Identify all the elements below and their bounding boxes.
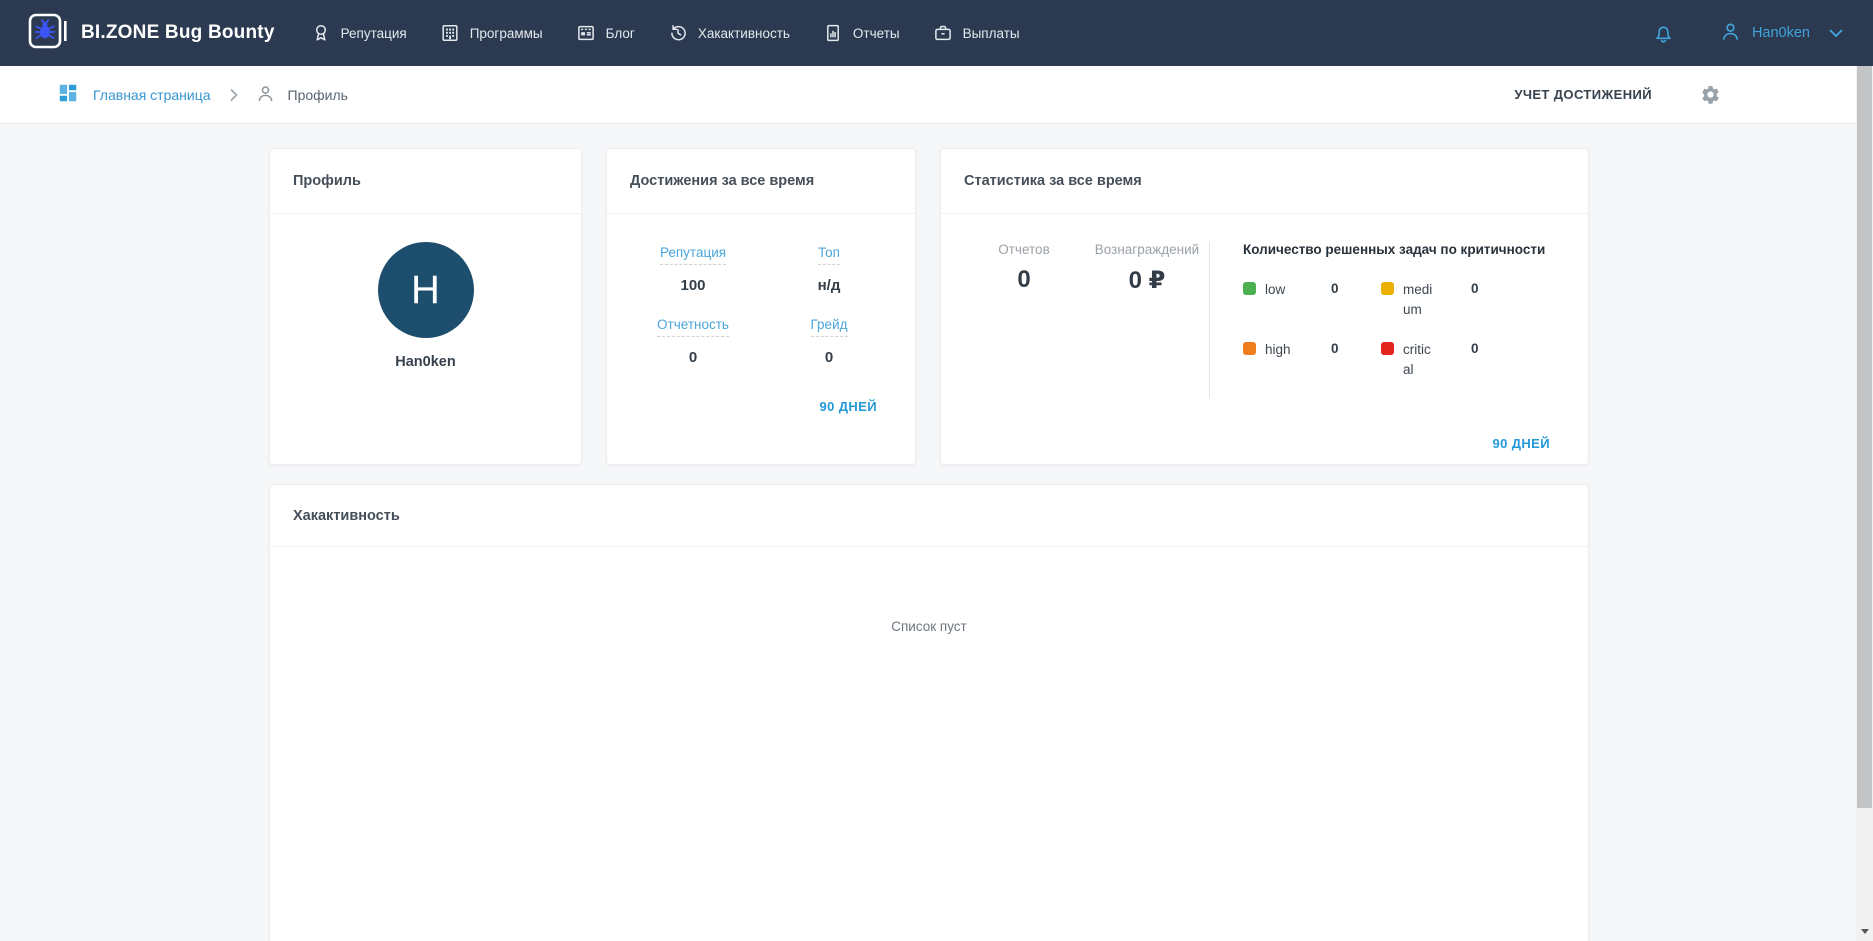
total-reports: Отчетов 0 (963, 242, 1085, 398)
metric-label[interactable]: Топ (817, 245, 840, 265)
hacktivity-card-title: Хакактивность (270, 485, 1588, 547)
nav-item-label: Блог (605, 25, 635, 41)
history-icon (668, 23, 688, 43)
total-label: Отчетов (998, 242, 1050, 257)
nav-item-payouts[interactable]: Выплаты (933, 23, 1020, 43)
severity-label: low (1265, 282, 1286, 297)
achievements-90-days-link[interactable]: 90 ДНЕЙ (819, 399, 877, 414)
nav-item-label: Выплаты (962, 25, 1020, 41)
metric-value: н/д (817, 277, 841, 294)
brand-name: BI.ZONE Bug Bounty (81, 22, 275, 43)
metric-label[interactable]: Репутация (659, 245, 727, 265)
breadcrumb-home-label: Главная страница (93, 86, 211, 103)
metric-value: 0 (688, 349, 698, 366)
avatar: H (377, 242, 474, 338)
severity-section: Количество решенных задач по критичности… (1210, 242, 1588, 398)
breadcrumb-bar: Главная страница Профиль УЧЕТ ДОСТИЖЕНИЙ (0, 66, 1856, 124)
settings-gear-icon[interactable] (1700, 84, 1721, 105)
header-actions: УЧЕТ ДОСТИЖЕНИЙ (1514, 84, 1721, 105)
severity-value: 0 (1331, 281, 1339, 296)
achievements-card-title: Достижения за все время (607, 149, 915, 214)
nav-item-label: Отчеты (852, 25, 900, 41)
scrollbar-down-arrow-icon[interactable] (1856, 924, 1873, 938)
metric-value: 100 (680, 277, 706, 294)
empty-list-text: Список пуст (891, 619, 967, 634)
severity-critical: critical (1381, 340, 1471, 384)
metric-top: Топ н/д (761, 244, 897, 294)
severity-medium: medium (1381, 280, 1471, 324)
metric-reputation: Репутация 100 (625, 244, 761, 294)
briefcase-icon (933, 23, 953, 43)
profile-username: Han0ken (395, 354, 456, 370)
statistics-card: Статистика за все время Отчетов 0 Вознаг… (940, 148, 1589, 465)
metric-reporting: Отчетность 0 (625, 316, 761, 366)
total-value: 0 ₽ (1128, 267, 1166, 294)
notifications-bell-icon[interactable] (1652, 22, 1675, 45)
user-icon (1719, 20, 1742, 47)
breadcrumb: Главная страница Профиль (57, 82, 348, 107)
nav-item-label: Репутация (340, 25, 407, 41)
nav-item-hacktivity[interactable]: Хакактивность (668, 23, 790, 43)
severity-value: 0 (1331, 341, 1339, 356)
nav-item-programs[interactable]: Программы (440, 23, 543, 43)
breadcrumb-current-label: Профиль (287, 86, 348, 103)
severity-label: high (1265, 342, 1291, 357)
severity-value: 0 (1471, 281, 1479, 296)
critical-color-swatch (1381, 342, 1394, 355)
metric-grade: Грейд 0 (761, 316, 897, 366)
medal-icon (311, 23, 331, 43)
report-icon (823, 23, 843, 43)
hacktivity-card: Хакактивность Список пуст (269, 484, 1589, 941)
nav-menu: Репутация Программы Блог Хакактивность О… (311, 23, 1020, 43)
severity-low: low (1243, 280, 1331, 324)
user-menu[interactable]: Han0ken (1719, 20, 1843, 47)
profile-card-title: Профиль (270, 149, 581, 214)
total-label: Вознаграждений (1094, 242, 1200, 257)
page-body: Главная страница Профиль УЧЕТ ДОСТИЖЕНИЙ… (0, 66, 1873, 941)
medium-color-swatch (1381, 282, 1394, 295)
severity-label: medium (1403, 282, 1433, 318)
severity-value: 0 (1471, 341, 1479, 356)
navbar-right: Han0ken (1652, 20, 1843, 47)
nav-item-label: Хакактивность (697, 25, 790, 41)
nav-item-reputation[interactable]: Репутация (311, 23, 407, 43)
statistics-card-title: Статистика за все время (941, 149, 1588, 214)
achievements-accounting-link[interactable]: УЧЕТ ДОСТИЖЕНИЙ (1514, 87, 1652, 102)
brand[interactable]: BI.ZONE Bug Bounty (28, 13, 275, 54)
top-navbar: BI.ZONE Bug Bounty Репутация Программы Б… (0, 0, 1873, 66)
chevron-down-icon (1829, 29, 1843, 38)
dashboard-grid-icon (57, 82, 79, 107)
metric-value: 0 (824, 349, 834, 366)
news-icon (576, 23, 596, 43)
low-color-swatch (1243, 282, 1256, 295)
severity-title: Количество решенных задач по критичности (1243, 242, 1546, 257)
stats-totals: Отчетов 0 Вознаграждений 0 ₽ (941, 242, 1209, 398)
severity-high: high (1243, 340, 1331, 384)
high-color-swatch (1243, 342, 1256, 355)
vertical-scrollbar[interactable] (1856, 66, 1873, 941)
scrollbar-thumb[interactable] (1857, 66, 1872, 808)
nav-item-label: Программы (469, 25, 543, 41)
nav-item-blog[interactable]: Блог (576, 23, 635, 43)
metric-label[interactable]: Отчетность (657, 317, 729, 337)
profile-card: Профиль H Han0ken (269, 148, 582, 465)
nav-item-reports[interactable]: Отчеты (823, 23, 900, 43)
total-rewards: Вознаграждений 0 ₽ (1085, 242, 1209, 398)
breadcrumb-current: Профиль (255, 83, 348, 107)
username: Han0ken (1751, 25, 1810, 41)
main-content: Профиль H Han0ken Достижения за все врем… (0, 124, 1856, 941)
bizone-bug-logo-icon (28, 13, 68, 54)
severity-label: critical (1403, 342, 1431, 378)
metric-label[interactable]: Грейд (810, 317, 848, 337)
building-icon (440, 23, 460, 43)
achievements-card: Достижения за все время Репутация 100 То… (606, 148, 916, 465)
statistics-90-days-link[interactable]: 90 ДНЕЙ (1492, 436, 1550, 451)
total-value: 0 (1017, 266, 1031, 293)
profile-person-icon (255, 83, 276, 107)
breadcrumb-home-link[interactable]: Главная страница (57, 82, 211, 107)
chevron-right-icon (230, 88, 238, 101)
